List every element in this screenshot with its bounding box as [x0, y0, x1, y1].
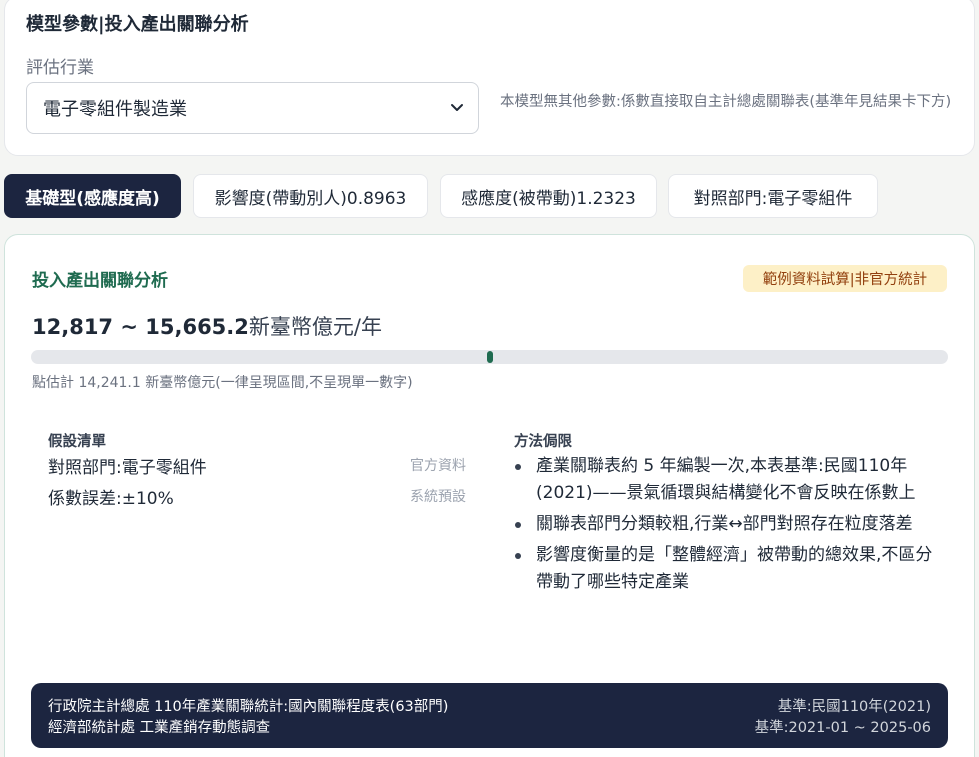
source-footer: 行政院主計總處 110年產業關聯統計:國內關聯程度表(63部門) 經濟部統計處 …	[31, 683, 948, 748]
assumption-text: 對照部門:電子零組件	[48, 458, 207, 478]
point-estimate-marker	[486, 351, 493, 363]
page-title: 模型參數|投入產出關聯分析	[26, 14, 249, 35]
limitation-item: 影響度衡量的是「整體經濟」被帶動的總效果,不區分帶動了哪些特定產業	[514, 542, 934, 596]
assumption-source: 系統預設	[410, 489, 466, 505]
point-estimate-text: 點估計 14,241.1 新臺幣億元(一律呈現區間,不呈現單一數字)	[32, 375, 413, 391]
result-title: 投入產出關聯分析	[32, 271, 168, 291]
industry-select[interactable]: 電子零組件製造業	[26, 82, 479, 134]
params-note: 本模型無其他參數:係數直接取自主計總處關聯表(基準年見結果卡下方)	[500, 94, 952, 110]
range-track	[31, 350, 948, 364]
tab-influence[interactable]: 影響度(帶動別人)0.8963	[193, 174, 428, 218]
limitations-title: 方法侷限	[514, 434, 572, 450]
assumption-item: 係數誤差:±10% 系統預設	[48, 484, 466, 510]
tab-sector[interactable]: 對照部門:電子零組件	[668, 174, 878, 218]
tab-basic[interactable]: 基礎型(感應度高)	[4, 174, 181, 218]
base-line-2: 基準:2021-01 ~ 2025-06	[754, 720, 931, 736]
limitation-item: 產業關聯表約 5 年編製一次,本表基準:民國110年(2021)——景氣循環與結…	[514, 453, 934, 507]
source-line-1: 行政院主計總處 110年產業關聯統計:國內關聯程度表(63部門)	[48, 699, 449, 715]
assumptions-title: 假設清單	[48, 434, 106, 450]
source-line-2: 經濟部統計處 工業產銷存動態調查	[48, 720, 271, 736]
limitation-item: 關聯表部門分類較粗,行業↔部門對照存在粒度落差	[514, 511, 934, 538]
range-unit: 新臺幣億元/年	[248, 315, 382, 339]
industry-label: 評估行業	[26, 58, 94, 78]
assumption-source: 官方資料	[410, 458, 466, 474]
range-numbers: 12,817 ~ 15,665.2	[32, 315, 249, 339]
base-line-1: 基準:民國110年(2021)	[777, 699, 931, 715]
limitations-list: 產業關聯表約 5 年編製一次,本表基準:民國110年(2021)——景氣循環與結…	[514, 453, 934, 600]
assumption-text: 係數誤差:±10%	[48, 489, 174, 509]
industry-select-value: 電子零組件製造業	[43, 99, 187, 120]
tab-sensitivity[interactable]: 感應度(被帶動)1.2323	[440, 174, 657, 218]
status-badge: 範例資料試算|非官方統計	[743, 265, 947, 292]
range-value: 12,817 ~ 15,665.2新臺幣億元/年	[32, 311, 382, 341]
chevron-down-icon	[451, 104, 463, 111]
assumption-item: 對照部門:電子零組件 官方資料	[48, 453, 466, 479]
